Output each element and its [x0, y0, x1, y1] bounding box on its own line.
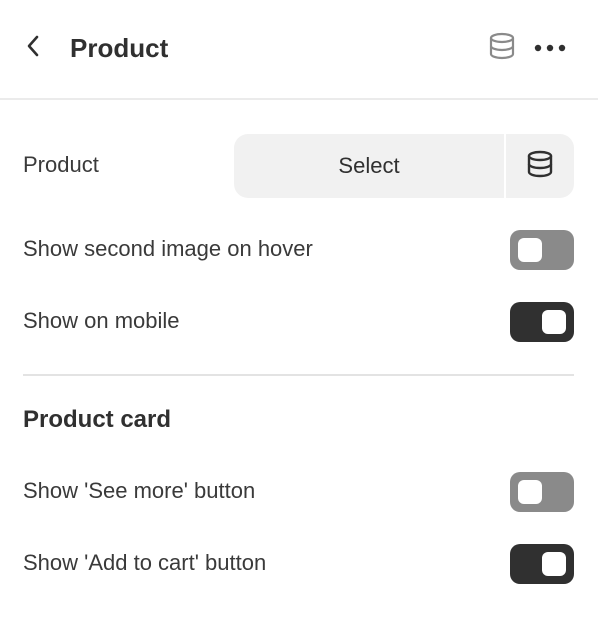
chevron-left-icon [25, 34, 41, 63]
second-image-hover-label: Show second image on hover [23, 236, 313, 261]
product-picker: Select [234, 134, 574, 198]
more-horizontal-icon [534, 39, 566, 57]
database-icon [526, 150, 554, 183]
toggle-knob [518, 480, 542, 504]
second-image-hover-toggle[interactable] [510, 230, 574, 270]
page-title: Product [70, 33, 169, 63]
back-button[interactable] [18, 30, 48, 66]
product-card-heading: Product card [23, 406, 172, 433]
select-product-button[interactable]: Select [234, 134, 506, 198]
database-icon [488, 32, 516, 65]
section-divider [23, 374, 574, 376]
toggle-knob [518, 238, 542, 262]
connect-dynamic-source-button[interactable] [506, 134, 574, 198]
see-more-button-label: Show 'See more' button [23, 478, 256, 503]
show-on-mobile-toggle[interactable] [510, 302, 574, 342]
data-source-button[interactable] [486, 32, 518, 64]
see-more-button-toggle[interactable] [510, 472, 574, 512]
add-to-cart-button-toggle[interactable] [510, 544, 574, 584]
show-on-mobile-label: Show on mobile [23, 308, 180, 333]
toggle-knob [542, 552, 566, 576]
product-label: Product [23, 152, 99, 177]
panel-header: Product [0, 0, 598, 100]
more-actions-button[interactable] [532, 32, 568, 64]
add-to-cart-button-label: Show 'Add to cart' button [23, 550, 267, 575]
toggle-knob [542, 310, 566, 334]
